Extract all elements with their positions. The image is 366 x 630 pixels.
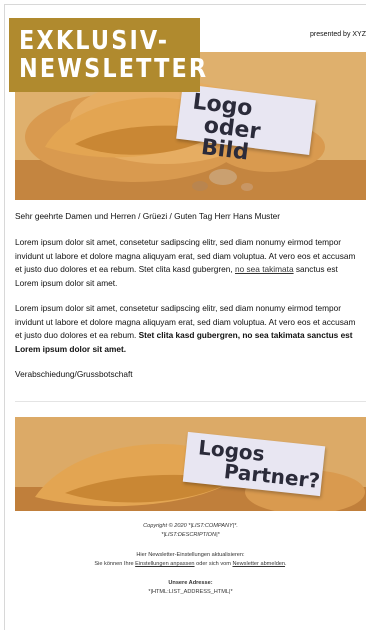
address-value: *|HTML:LIST_ADDRESS_HTML|* [148, 589, 233, 595]
settings-suffix: . [285, 561, 287, 567]
closing-text: Verabschiedung/Grussbotschaft [15, 369, 133, 379]
settings-title: Hier Newsletter-Einstellungen aktualisie… [136, 552, 245, 558]
list-description: *|LIST:DESCRIPTION|* [161, 532, 220, 538]
paragraph-1: Lorem ipsum dolor sit amet, consetetur s… [15, 236, 362, 290]
footer-address: Unsere Adresse: *|HTML:LIST_ADDRESS_HTML… [15, 579, 366, 597]
presented-by-text: presented by XYZ [309, 31, 366, 38]
settings-middle: oder sich vom [194, 561, 233, 567]
unsubscribe-link[interactable]: Newsletter abmelden [232, 561, 285, 567]
paragraph-1-link[interactable]: no sea takimata [235, 264, 294, 274]
greeting-text: Sehr geehrte Damen und Herren / Grüezi /… [15, 211, 281, 221]
partner-image[interactable]: Logos Partner? [15, 417, 366, 511]
copyright-text: Copyright © 2020 *|LIST:COMPANY|*. [143, 523, 238, 529]
footer-settings: Hier Newsletter-Einstellungen aktualisie… [15, 551, 366, 569]
paragraph-2: Lorem ipsum dolor sit amet, consetetur s… [15, 302, 362, 356]
update-preferences-link[interactable]: Einstellungen anpassen [135, 561, 194, 567]
footer-copyright: Copyright © 2020 *|LIST:COMPANY|*. *|LIS… [15, 522, 366, 540]
divider [15, 401, 366, 402]
newsletter-badge: EXKLUSIV- NEWSLETTER [9, 18, 209, 92]
address-title: Unsere Adresse: [168, 580, 213, 586]
settings-line: Sie können Ihre Einstellungen anpassen o… [15, 560, 366, 569]
settings-prefix: Sie können Ihre [94, 561, 136, 567]
badge-line-2: NEWSLETTER [19, 54, 209, 84]
badge-line-1: EXKLUSIV- [19, 26, 170, 56]
